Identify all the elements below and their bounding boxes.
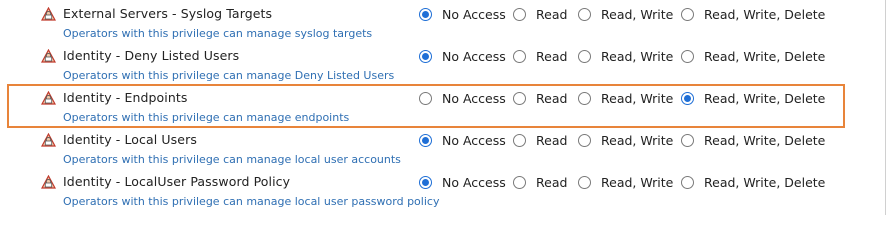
access-option[interactable]: Read, Write, Delete [681, 174, 825, 190]
access-option[interactable]: Read, Write [578, 132, 673, 148]
access-option-label: Read [536, 48, 568, 64]
access-option[interactable]: Read [513, 48, 567, 64]
radio-unselected[interactable] [513, 175, 526, 189]
access-option-label: Read [536, 174, 568, 190]
privilege-icon [41, 7, 56, 21]
privilege-description: Operators with this privilege can manage… [63, 111, 350, 124]
privilege-name: Identity - Deny Listed Users [63, 48, 240, 63]
privilege-name: Identity - Endpoints [63, 90, 188, 105]
privilege-description: Operators with this privilege can manage… [63, 69, 395, 82]
access-option[interactable]: No Access [419, 6, 506, 22]
access-option-label: Read, Write, Delete [704, 174, 826, 190]
privilege-icon [41, 49, 56, 63]
privilege-row: Identity - Deny Listed Users Operators wi… [0, 45, 880, 87]
radio-selected[interactable] [419, 175, 432, 189]
radio-unselected[interactable] [681, 7, 694, 21]
access-option-label: No Access [442, 6, 506, 22]
access-option[interactable]: No Access [419, 174, 506, 190]
radio-unselected[interactable] [513, 7, 526, 21]
access-option-label: Read, Write, Delete [704, 90, 826, 106]
radio-selected[interactable] [419, 49, 432, 63]
access-option[interactable]: No Access [419, 132, 506, 148]
access-option-label: Read, Write [601, 132, 674, 148]
privilege-row: Identity - Endpoints Operators with this … [0, 84, 880, 129]
privilege-icon [41, 133, 56, 147]
radio-unselected[interactable] [513, 133, 526, 147]
radio-unselected[interactable] [513, 49, 526, 63]
radio-unselected[interactable] [681, 133, 694, 147]
access-option[interactable]: No Access [419, 48, 506, 64]
privilege-row: External Servers - Syslog Targets Operato… [0, 3, 880, 45]
radio-unselected[interactable] [578, 91, 591, 105]
radio-unselected[interactable] [419, 91, 432, 105]
access-option[interactable]: Read, Write [578, 48, 673, 64]
radio-unselected[interactable] [578, 7, 591, 21]
radio-unselected[interactable] [681, 49, 694, 63]
access-option[interactable]: Read, Write, Delete [681, 132, 825, 148]
radio-selected[interactable] [419, 7, 432, 21]
access-option-label: Read, Write [601, 48, 674, 64]
radio-unselected[interactable] [578, 49, 591, 63]
access-option[interactable]: Read [513, 90, 567, 106]
access-option[interactable]: Read [513, 132, 567, 148]
access-option[interactable]: Read, Write, Delete [681, 90, 825, 106]
radio-selected[interactable] [681, 91, 694, 105]
access-option-label: Read [536, 132, 568, 148]
access-option-label: Read, Write, Delete [704, 48, 826, 64]
privilege-name: External Servers - Syslog Targets [63, 6, 273, 21]
privilege-name: Identity - Local Users [63, 132, 197, 147]
access-option-label: No Access [442, 90, 506, 106]
privilege-row: Identity - Local Users Operators with thi… [0, 129, 880, 171]
radio-unselected[interactable] [578, 175, 591, 189]
privilege-list: External Servers - Syslog Targets Operato… [0, 0, 890, 215]
access-option-label: No Access [442, 48, 506, 64]
privilege-name: Identity - LocalUser Password Policy [63, 174, 291, 189]
access-option-label: Read, Write [601, 6, 674, 22]
access-option-label: Read, Write [601, 90, 674, 106]
access-option[interactable]: Read, Write, Delete [681, 48, 825, 64]
privilege-description: Operators with this privilege can manage… [63, 27, 373, 40]
privilege-icon [41, 91, 56, 105]
access-option[interactable]: Read, Write [578, 90, 673, 106]
access-option[interactable]: Read, Write [578, 6, 673, 22]
radio-unselected[interactable] [681, 175, 694, 189]
access-option[interactable]: No Access [419, 90, 506, 106]
access-option[interactable]: Read [513, 174, 567, 190]
privilege-icon [41, 175, 56, 189]
access-option-label: Read [536, 6, 568, 22]
radio-selected[interactable] [419, 133, 432, 147]
access-option[interactable]: Read, Write, Delete [681, 6, 825, 22]
access-option-label: Read, Write [601, 174, 674, 190]
access-option-label: Read, Write, Delete [704, 6, 826, 22]
privilege-description: Operators with this privilege can manage… [63, 195, 440, 208]
access-option[interactable]: Read, Write [578, 174, 673, 190]
scroll-border [885, 0, 886, 215]
access-option-label: Read, Write, Delete [704, 132, 826, 148]
access-option-label: No Access [442, 174, 506, 190]
access-option[interactable]: Read [513, 6, 567, 22]
access-option-label: No Access [442, 132, 506, 148]
privilege-row: Identity - LocalUser Password Policy Oper… [0, 171, 880, 213]
radio-unselected[interactable] [513, 91, 526, 105]
access-option-label: Read [536, 90, 568, 106]
radio-unselected[interactable] [578, 133, 591, 147]
privilege-description: Operators with this privilege can manage… [63, 153, 401, 166]
